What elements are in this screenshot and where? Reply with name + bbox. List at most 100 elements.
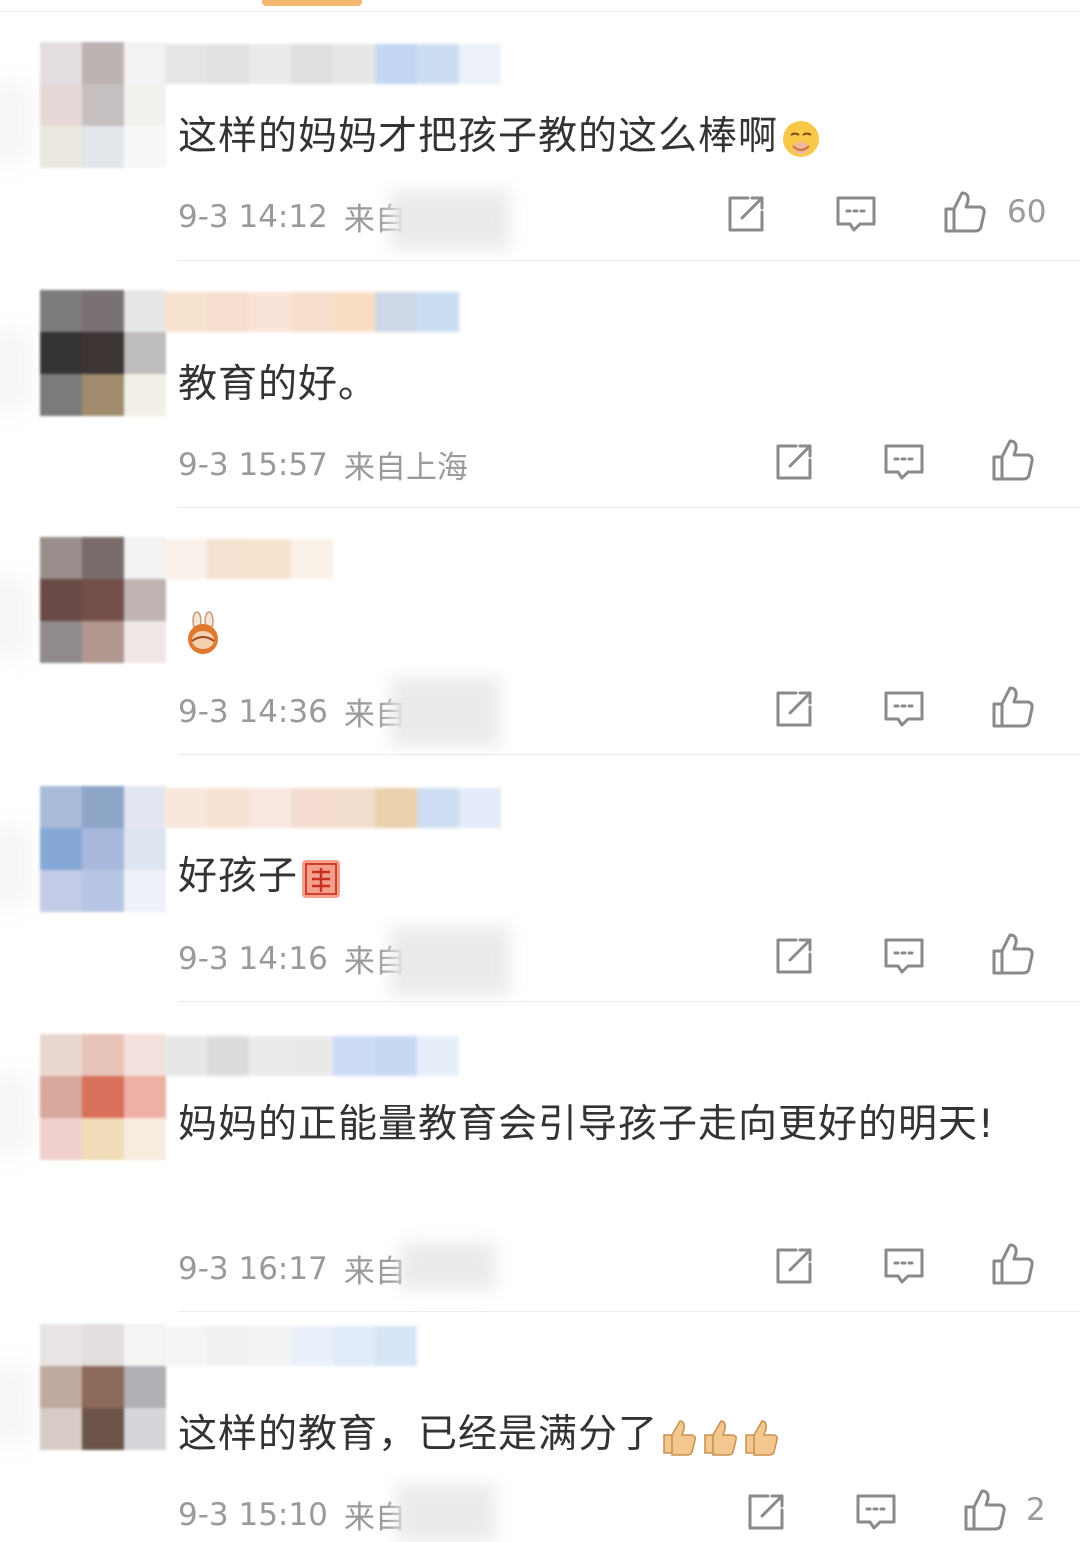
avatar-pixel — [40, 870, 82, 912]
comment-icon[interactable] — [854, 1490, 898, 1534]
username-pixel — [165, 292, 207, 332]
avatar-pixel — [40, 1076, 82, 1118]
avatar-pixel — [82, 84, 124, 126]
comment-icon[interactable] — [882, 687, 926, 731]
avatar-blur-edge — [0, 1074, 30, 1154]
avatar-pixel — [82, 537, 124, 579]
username-pixel — [459, 788, 501, 828]
username-pixel — [207, 44, 249, 84]
comment-text: 妈妈的正能量教育会引导孩子走向更好的明天! — [178, 1094, 1018, 1156]
avatar[interactable] — [40, 786, 166, 912]
username-pixel — [375, 44, 417, 84]
comment-text-content: 妈妈的正能量教育会引导孩子走向更好的明天! — [178, 1102, 995, 1147]
avatar-pixel — [124, 374, 166, 416]
thumbs-up-icon[interactable] — [990, 684, 1034, 728]
username-pixel — [249, 292, 291, 332]
comment-text: 这样的教育，已经是满分了 — [178, 1404, 1018, 1466]
avatar-pixel — [40, 1034, 82, 1076]
username-pixelated[interactable] — [165, 1326, 417, 1366]
username-pixel — [417, 44, 459, 84]
username-pixelated[interactable] — [165, 1036, 459, 1076]
share-icon[interactable] — [724, 192, 768, 236]
avatar-pixel — [40, 332, 82, 374]
username-pixel — [291, 788, 333, 828]
share-icon[interactable] — [772, 440, 816, 484]
divider — [178, 507, 1080, 508]
divider — [178, 1001, 1080, 1002]
username-pixel — [165, 1326, 207, 1366]
username-pixel — [333, 292, 375, 332]
avatar-pixel — [40, 374, 82, 416]
username-pixel — [165, 788, 207, 828]
thumbs-up-icon[interactable] — [962, 1487, 1006, 1531]
username-pixel — [249, 1036, 291, 1076]
avatar-pixel — [82, 579, 124, 621]
username-pixel — [207, 292, 249, 332]
avatar-pixel — [124, 126, 166, 168]
avatar[interactable] — [40, 42, 166, 168]
like-count: 60 — [1007, 194, 1047, 230]
comment-time: 9-3 15:57 — [178, 446, 328, 483]
avatar-pixel — [40, 621, 82, 663]
avatar-pixel — [124, 1366, 166, 1408]
comment-source: 来自 — [343, 1254, 406, 1290]
comment-time: 9-3 15:10 — [178, 1496, 328, 1533]
thumbs-up-icon[interactable] — [990, 437, 1034, 481]
comment-time: 9-3 14:16 — [178, 940, 328, 977]
username-pixel — [417, 292, 459, 332]
avatar[interactable] — [40, 537, 166, 663]
avatar-pixel — [40, 290, 82, 332]
avatar-pixel — [40, 828, 82, 870]
avatar-pixel — [40, 42, 82, 84]
avatar-pixel — [124, 621, 166, 663]
avatar[interactable] — [40, 1034, 166, 1160]
username-pixel — [249, 539, 291, 579]
avatar-pixel — [82, 42, 124, 84]
divider — [178, 1311, 1080, 1312]
location-blur — [390, 190, 510, 250]
avatar-pixel — [82, 126, 124, 168]
comment-text-content: 这样的妈妈才把孩子教的这么棒啊 — [178, 114, 779, 159]
share-icon[interactable] — [772, 934, 816, 978]
username-pixel — [333, 44, 375, 84]
avatar-pixel — [40, 126, 82, 168]
location-blur — [390, 926, 510, 996]
avatar[interactable] — [40, 290, 166, 416]
thumbs-up-icon[interactable] — [942, 189, 986, 233]
avatar-pixel — [124, 1408, 166, 1450]
share-icon[interactable] — [744, 1490, 788, 1534]
comment-icon[interactable] — [882, 1244, 926, 1288]
avatar-pixel — [82, 332, 124, 374]
username-pixel — [333, 788, 375, 828]
avatar-pixel — [124, 537, 166, 579]
username-pixel — [291, 44, 333, 84]
share-icon[interactable] — [772, 687, 816, 731]
username-pixel — [375, 788, 417, 828]
comment-time: 9-3 14:36 — [178, 693, 328, 730]
username-pixelated[interactable] — [165, 292, 459, 332]
comment-meta: 9-3 15:57 来自上海 — [178, 442, 468, 487]
username-pixel — [165, 539, 207, 579]
avatar-pixel — [40, 84, 82, 126]
avatar-pixel — [82, 1408, 124, 1450]
thumbs-up-icon-emoji — [660, 1417, 784, 1457]
comment-time: 9-3 14:12 — [178, 198, 328, 235]
comment-icon[interactable] — [882, 440, 926, 484]
avatar-pixel — [124, 786, 166, 828]
username-pixel — [459, 44, 501, 84]
avatar[interactable] — [40, 1324, 166, 1450]
avatar-pixel — [124, 870, 166, 912]
thumbs-up-icon[interactable] — [990, 1241, 1034, 1285]
username-pixelated[interactable] — [165, 788, 501, 828]
username-pixel — [291, 1326, 333, 1366]
comment-icon[interactable] — [834, 192, 878, 236]
username-pixelated[interactable] — [165, 44, 501, 84]
thumbs-up-icon[interactable] — [990, 931, 1034, 975]
username-pixel — [417, 788, 459, 828]
username-pixel — [207, 1036, 249, 1076]
zan-stamp-icon — [300, 858, 342, 900]
username-pixelated[interactable] — [165, 539, 333, 579]
avatar-pixel — [82, 1366, 124, 1408]
share-icon[interactable] — [772, 1244, 816, 1288]
comment-icon[interactable] — [882, 934, 926, 978]
